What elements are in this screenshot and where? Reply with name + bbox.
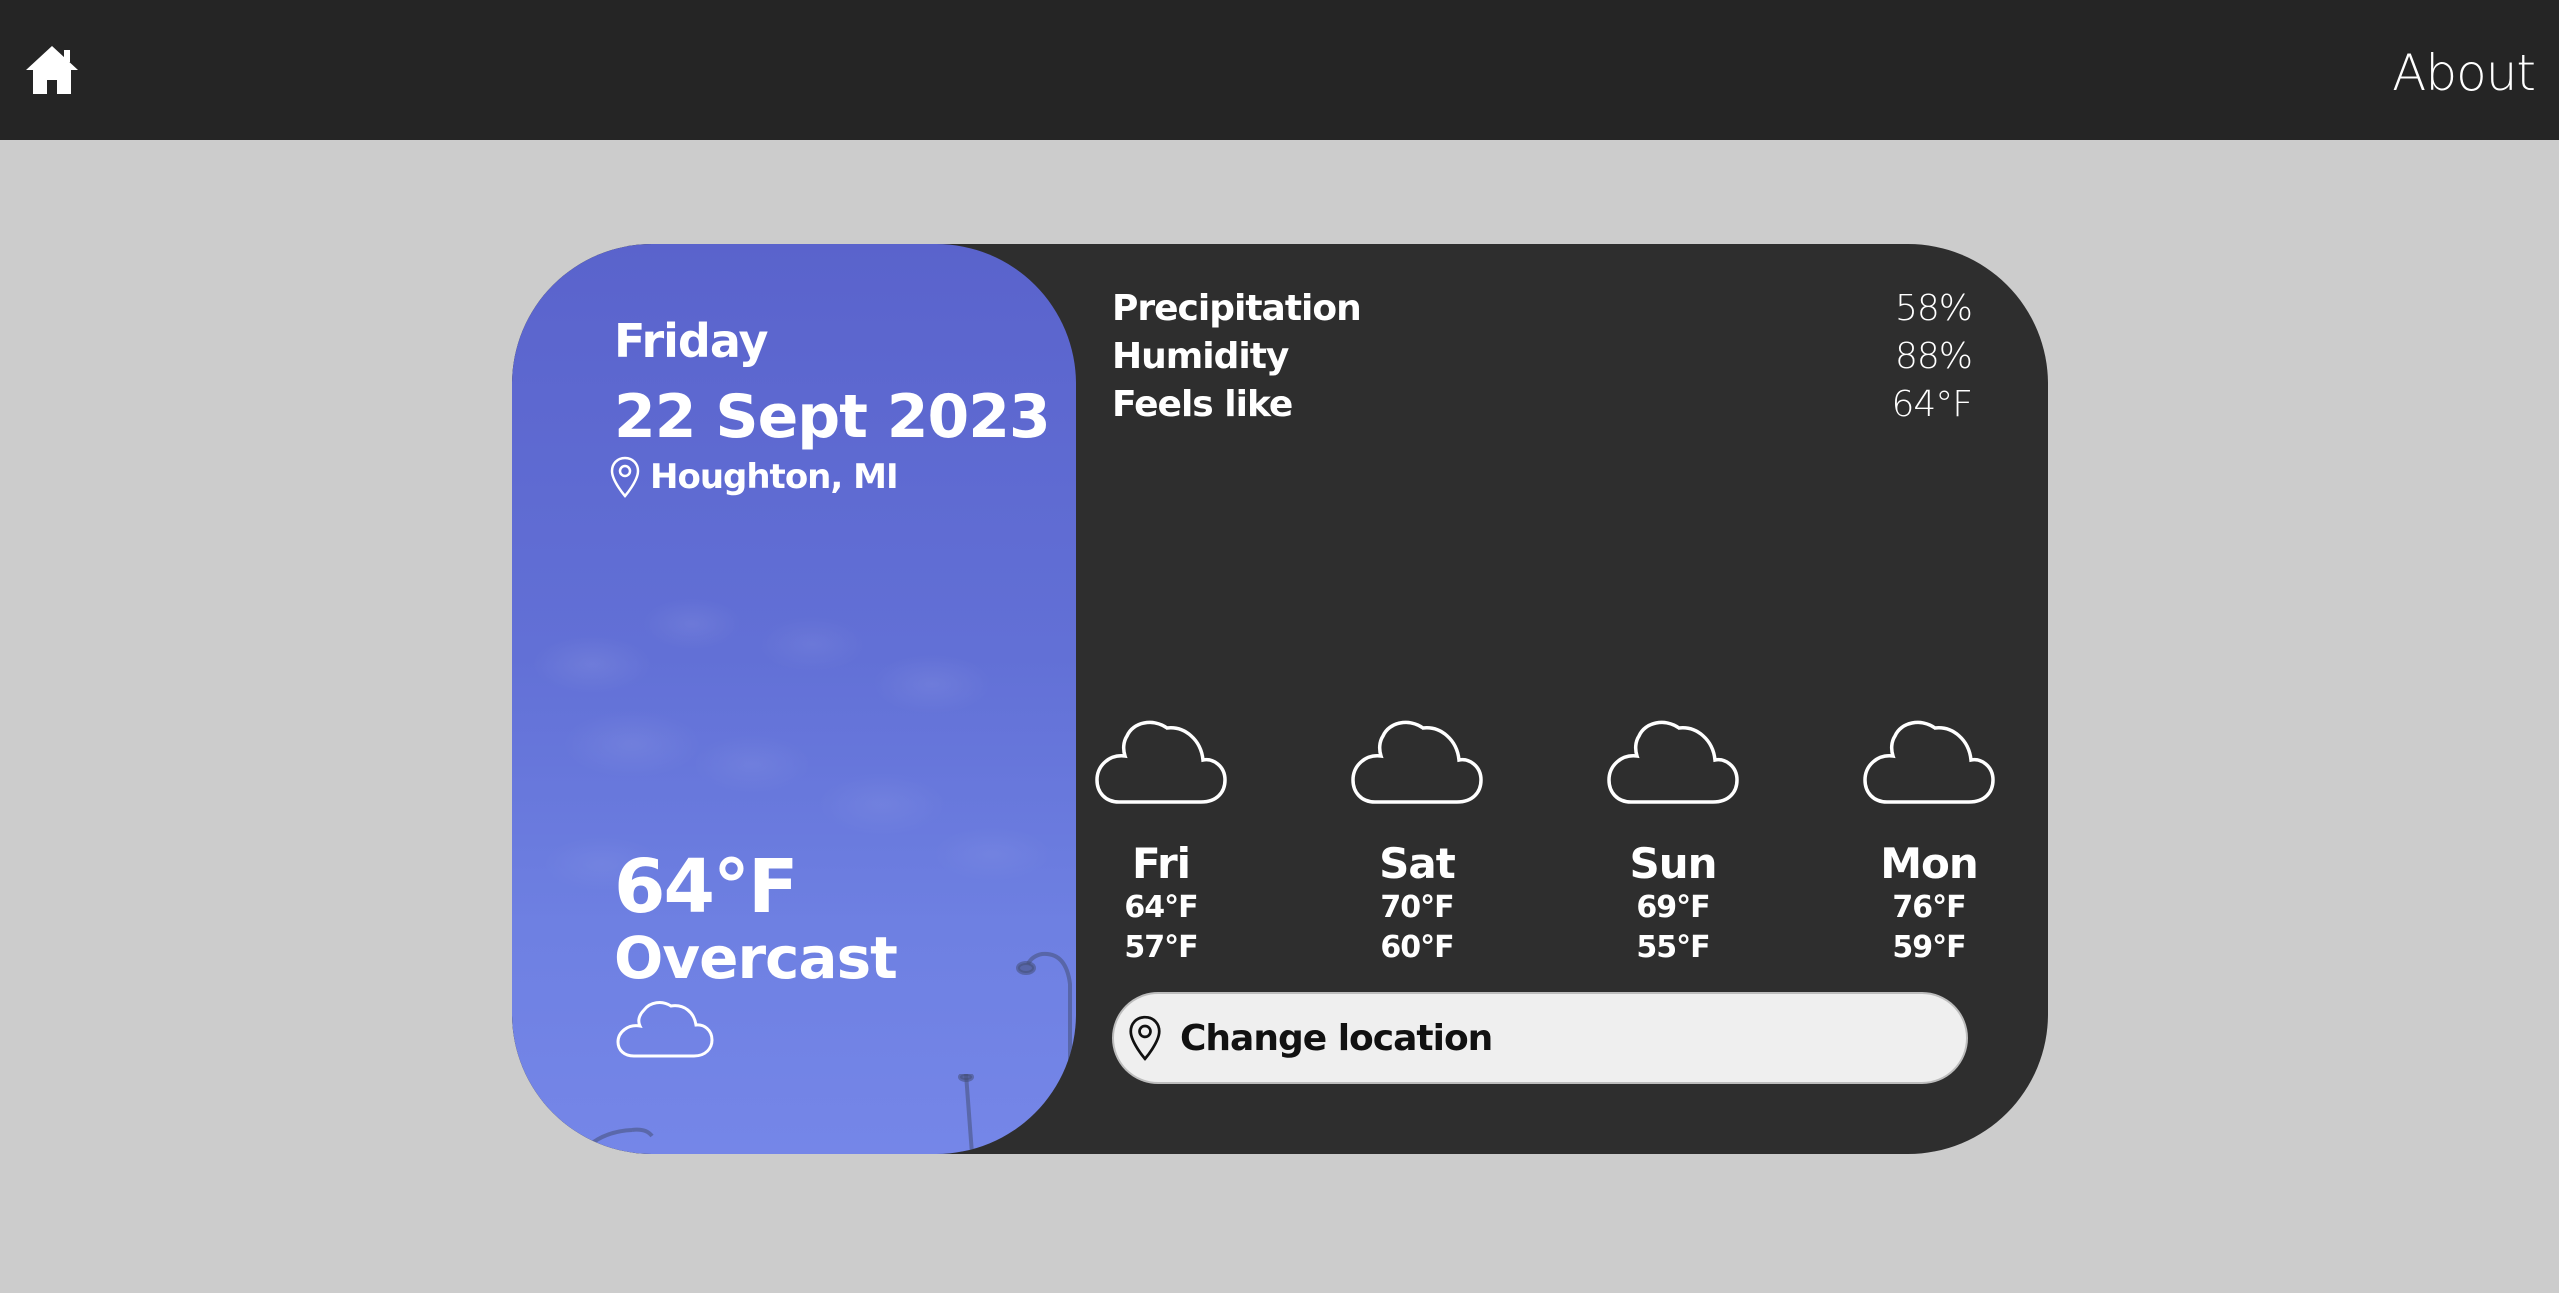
forecast-high: 69°F [1636,890,1710,925]
forecast-day-name: Mon [1880,839,1979,888]
location-pin-icon [1129,1015,1161,1061]
cloud-icon [616,1001,714,1058]
stat-value: 88% [1894,335,1973,377]
current-condition: Overcast [614,924,898,992]
forecast-high: 64°F [1124,890,1198,925]
forecast-low: 60°F [1380,930,1454,965]
location-text: Houghton, MI [650,457,899,497]
stat-value: 58% [1894,287,1973,329]
street-lamp-image [1016,951,1072,1084]
street-lamp-image [958,1074,974,1154]
stat-label: Feels like [1112,383,1293,425]
about-link[interactable]: About [2392,44,2536,102]
weather-card: Friday 22 Sept 2023 Houghton, MI 64°F Ov… [512,244,2048,1154]
sky-background-image [512,244,1076,1154]
forecast-low: 57°F [1124,930,1198,965]
forecast-day-sun: Sun 69°F 55°F [1598,714,1748,968]
forecast-day-name: Sat [1379,839,1456,888]
cloud-icon [1863,720,1995,804]
current-day: Friday [614,314,768,368]
weather-stats: Precipitation 58% Humidity 88% Feels lik… [1112,284,1973,428]
forecast-day-fri: Fri 64°F 57°F [1086,714,1236,968]
forecast-high: 76°F [1892,890,1966,925]
forecast-row: Fri 64°F 57°F Sat 70°F 60°F Sun 69°F 55°… [1086,714,2048,974]
cloud-icon [1095,720,1227,804]
current-weather-panel: Friday 22 Sept 2023 Houghton, MI 64°F Ov… [512,244,1076,1154]
stat-value: 64°F [1891,383,1973,425]
location-pin-icon [610,456,640,498]
cloud-icon [1607,720,1739,804]
current-date: 22 Sept 2023 [614,382,1051,452]
street-lamp-image [578,1127,654,1154]
change-location-label: Change location [1180,1017,1493,1059]
top-nav-bar: About [0,0,2559,140]
current-location: Houghton, MI [610,456,899,498]
forecast-day-name: Sun [1629,839,1717,888]
stat-label: Humidity [1112,335,1289,377]
forecast-high: 70°F [1380,890,1454,925]
stat-precipitation: Precipitation 58% [1112,284,1973,332]
forecast-day-sat: Sat 70°F 60°F [1342,714,1492,968]
forecast-day-mon: Mon 76°F 59°F [1854,714,2004,968]
forecast-day-name: Fri [1131,839,1191,888]
current-temperature: 64°F [614,844,799,930]
stat-feels-like: Feels like 64°F [1112,380,1973,428]
change-location-button[interactable]: Change location [1112,992,1968,1084]
stat-humidity: Humidity 88% [1112,332,1973,380]
forecast-low: 55°F [1636,930,1710,965]
cloud-icon [1351,720,1483,804]
home-icon[interactable] [24,44,80,96]
stat-label: Precipitation [1112,287,1362,329]
forecast-low: 59°F [1892,930,1966,965]
